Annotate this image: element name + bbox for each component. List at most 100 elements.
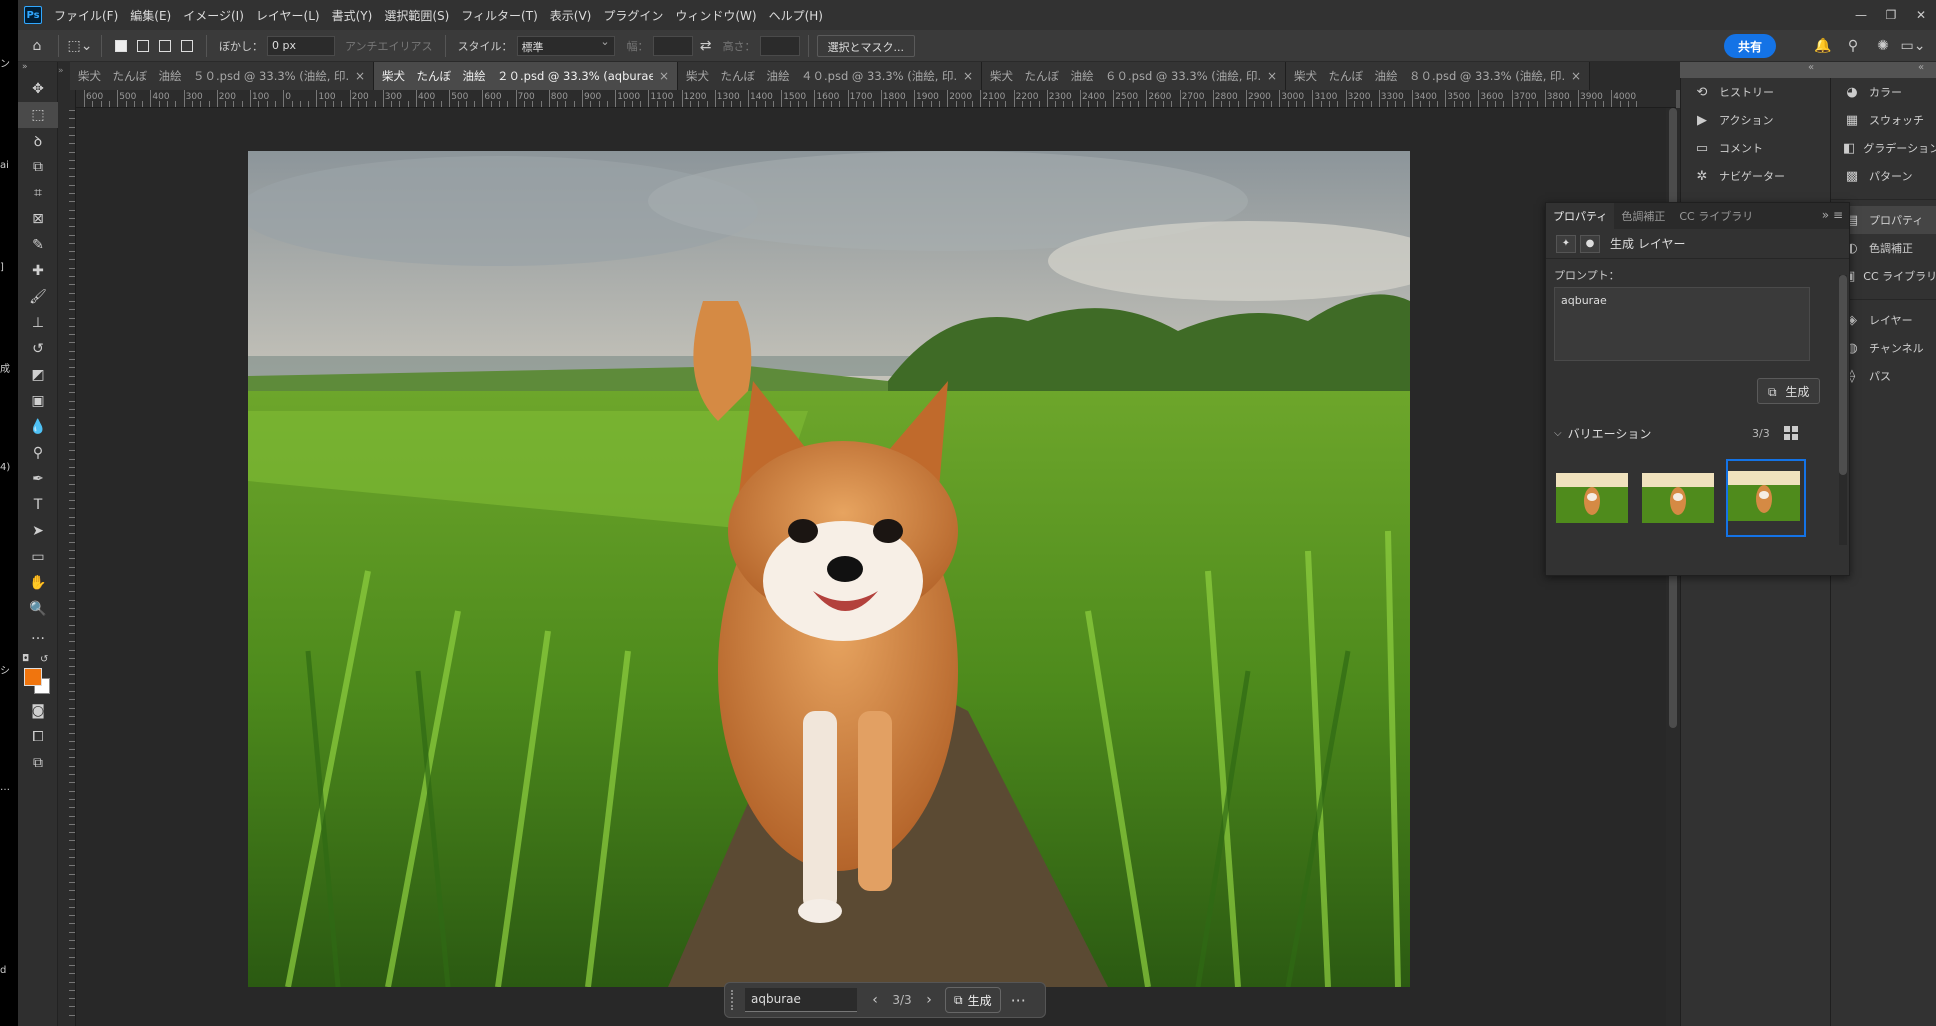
tab-properties[interactable]: プロパティ: [1546, 203, 1615, 229]
variation-thumbnail[interactable]: [1554, 471, 1630, 525]
variation-thumbnail-selected[interactable]: [1726, 459, 1806, 537]
panel-item[interactable]: ◕ カラー: [1831, 78, 1936, 106]
prev-variation-icon[interactable]: ‹: [863, 992, 887, 1008]
swap-icon[interactable]: ⇄: [693, 33, 719, 59]
menu-item[interactable]: レイヤー(L): [256, 7, 320, 24]
variations-header[interactable]: ⌵ バリエーション 3/3: [1546, 421, 1816, 445]
rectangle-tool-icon[interactable]: ▭: [18, 544, 58, 570]
tab-adjustments[interactable]: 色調補正: [1614, 203, 1672, 229]
dodge-tool-icon[interactable]: ⚲: [18, 440, 58, 466]
panel-collapse-icon[interactable]: »: [58, 62, 70, 90]
select-and-mask-button[interactable]: 選択とマスク...: [816, 34, 916, 57]
document-image[interactable]: [248, 151, 1410, 987]
chevron-down-icon[interactable]: ⌵: [1554, 428, 1562, 439]
panel-menu-icon[interactable]: » ≡: [1822, 208, 1843, 222]
restore-icon[interactable]: ❐: [1876, 0, 1906, 30]
menu-item[interactable]: プラグイン: [603, 7, 663, 24]
properties-scrollbar[interactable]: [1839, 275, 1847, 545]
artboard-icon[interactable]: ⧉: [18, 750, 58, 776]
search-icon[interactable]: ⚲: [1838, 34, 1868, 58]
close-icon[interactable]: ×: [1571, 69, 1581, 83]
variation-thumbnail[interactable]: [1640, 471, 1716, 525]
more-options-icon[interactable]: ···: [1011, 991, 1026, 1010]
close-icon[interactable]: ×: [355, 69, 365, 83]
eyedropper-tool-icon[interactable]: ✎: [18, 232, 58, 258]
lasso-tool-icon[interactable]: ꝺ: [18, 128, 58, 154]
default-colors-icon[interactable]: ◘: [22, 654, 29, 664]
stamp-tool-icon[interactable]: ⊥: [18, 310, 58, 336]
brush-tool-icon[interactable]: 🖌: [18, 284, 58, 310]
home-icon[interactable]: ⌂: [24, 33, 50, 59]
close-icon[interactable]: ✕: [1906, 0, 1936, 30]
panel-item[interactable]: ▦ スウォッチ: [1831, 106, 1936, 134]
quick-mask-icon[interactable]: ◙: [18, 698, 58, 724]
ctx-prompt-input[interactable]: aqburae: [745, 988, 857, 1012]
menu-item[interactable]: ヘルプ(H): [769, 7, 823, 24]
panel-item[interactable]: ▩ パターン: [1831, 162, 1936, 190]
close-icon[interactable]: ×: [659, 69, 669, 83]
gradient-tool-icon[interactable]: ▣: [18, 388, 58, 414]
bell-icon[interactable]: 🔔: [1808, 34, 1838, 58]
height-input[interactable]: [759, 35, 800, 56]
document-tab[interactable]: 柴犬 たんぼ 油絵 ４０.psd @ 33.3% (油絵, 印... ×: [678, 62, 982, 90]
share-button[interactable]: 共有: [1723, 34, 1776, 58]
add-selection-icon[interactable]: [137, 39, 149, 52]
document-tab[interactable]: 柴犬 たんぼ 油絵 ６０.psd @ 33.3% (油絵, 印... ×: [982, 62, 1286, 90]
panel-item[interactable]: ⟲ ヒストリー: [1681, 78, 1830, 106]
screen-mode-icon[interactable]: ⧠: [18, 724, 58, 750]
minimize-icon[interactable]: —: [1846, 0, 1876, 30]
menu-item[interactable]: イメージ(I): [183, 7, 244, 24]
document-tab[interactable]: 柴犬 たんぼ 油絵 ５０.psd @ 33.3% (油絵, 印... ×: [70, 62, 374, 90]
move-tool-icon[interactable]: ✥: [18, 76, 58, 102]
crop-tool-icon[interactable]: ⌗: [18, 180, 58, 206]
lightbulb-icon[interactable]: ✺: [1868, 34, 1898, 58]
path-select-tool-icon[interactable]: ➤: [18, 518, 58, 544]
document-tab[interactable]: 柴犬 たんぼ 油絵 ２０.psd @ 33.3% (aqburae, RGB/8…: [374, 62, 678, 90]
panel-item[interactable]: ▭ コメント: [1681, 134, 1830, 162]
blur-tool-icon[interactable]: 💧: [18, 414, 58, 440]
panel-item[interactable]: ▶ アクション: [1681, 106, 1830, 134]
tab-cc-libraries[interactable]: CC ライブラリ: [1672, 203, 1760, 229]
ctx-generate-button[interactable]: ⧉ 生成: [945, 987, 1001, 1013]
healing-brush-tool-icon[interactable]: ✚: [18, 258, 58, 284]
col1-collapse-icon[interactable]: «: [1808, 62, 1814, 78]
close-icon[interactable]: ×: [963, 69, 973, 83]
toolbar-collapse-icon[interactable]: »: [18, 62, 57, 76]
history-brush-tool-icon[interactable]: ↺: [18, 336, 58, 362]
col2-collapse-icon[interactable]: «: [1918, 62, 1924, 78]
hand-tool-icon[interactable]: ✋: [18, 570, 58, 596]
foreground-color[interactable]: [24, 668, 42, 686]
zoom-tool-icon[interactable]: 🔍: [18, 596, 58, 622]
scrollbar-thumb[interactable]: [1839, 275, 1847, 475]
feather-input[interactable]: 0 px: [267, 35, 335, 56]
type-tool-icon[interactable]: T: [18, 492, 58, 518]
panel-item[interactable]: ◧ グラデーション: [1831, 134, 1936, 162]
menu-item[interactable]: 書式(Y): [332, 7, 373, 24]
more-tools-icon[interactable]: …: [18, 622, 58, 648]
swap-colors-icon[interactable]: ↺: [40, 654, 48, 665]
drag-handle[interactable]: [731, 990, 737, 1010]
menu-item[interactable]: 編集(E): [130, 7, 171, 24]
canvas-area[interactable]: [76, 108, 1680, 1026]
prompt-textarea[interactable]: aqburae: [1554, 287, 1810, 361]
close-icon[interactable]: ×: [1267, 69, 1277, 83]
grid-view-icon[interactable]: [1784, 426, 1798, 440]
marquee-preset-icon[interactable]: ⬚⌄: [67, 33, 93, 59]
next-variation-icon[interactable]: ›: [917, 992, 941, 1008]
menu-item[interactable]: 選択範囲(S): [384, 7, 449, 24]
frame-tool-icon[interactable]: ⊠: [18, 206, 58, 232]
width-input[interactable]: [652, 35, 693, 56]
object-select-tool-icon[interactable]: ⧉: [18, 154, 58, 180]
eraser-tool-icon[interactable]: ◩: [18, 362, 58, 388]
pen-tool-icon[interactable]: ✒: [18, 466, 58, 492]
panel-item[interactable]: ✲ ナビゲーター: [1681, 162, 1830, 190]
subtract-selection-icon[interactable]: [159, 39, 171, 52]
intersect-selection-icon[interactable]: [181, 39, 193, 52]
document-tab[interactable]: 柴犬 たんぼ 油絵 ８０.psd @ 33.3% (油絵, 印... ×: [1286, 62, 1590, 90]
menu-item[interactable]: ファイル(F): [54, 7, 118, 24]
generate-button[interactable]: ⧉ 生成: [1757, 378, 1821, 404]
new-selection-icon[interactable]: [115, 39, 127, 52]
menu-item[interactable]: ウィンドウ(W): [675, 7, 756, 24]
marquee-tool-icon[interactable]: ⬚: [18, 102, 58, 128]
style-select[interactable]: 標準: [516, 35, 615, 56]
